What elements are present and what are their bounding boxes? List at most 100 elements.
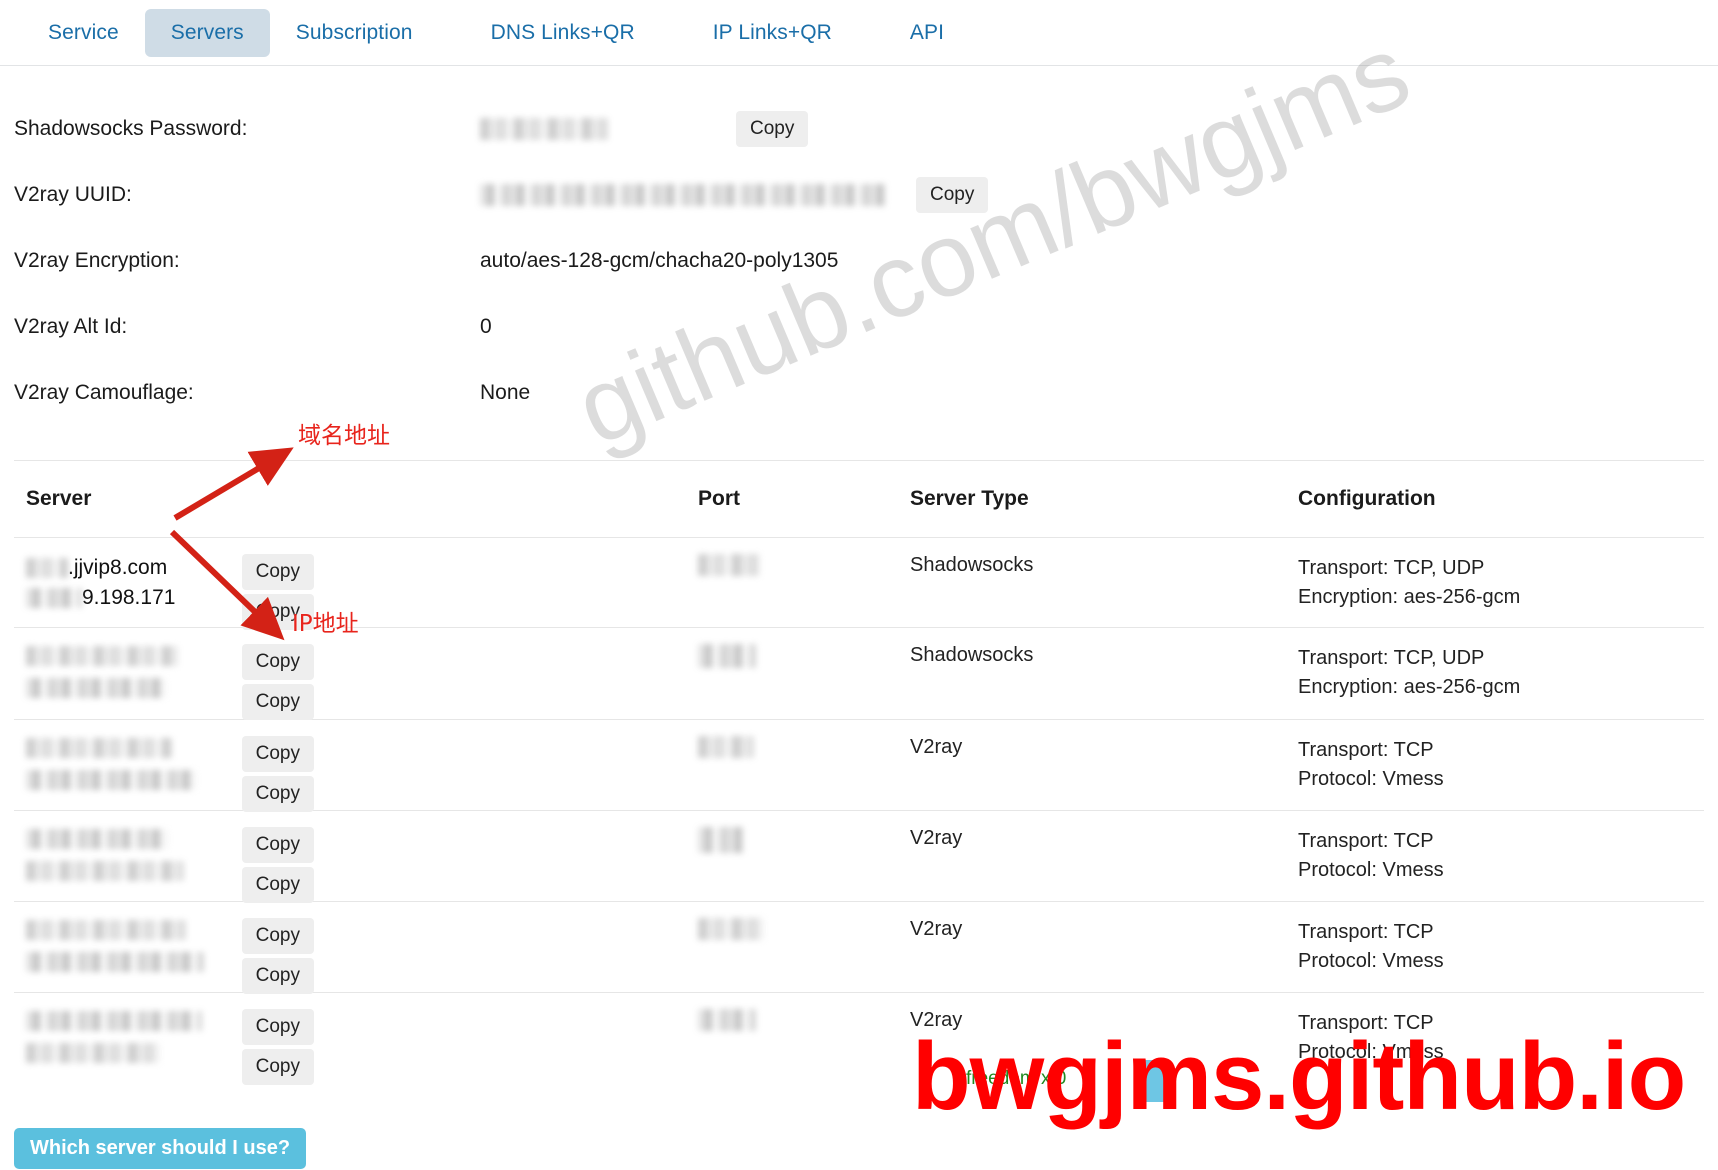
info-row-v2ray-camouflage: V2ray Camouflage: None: [0, 360, 1718, 426]
v2ray-alt-id-label: V2ray Alt Id:: [14, 315, 128, 338]
redacted-port: [698, 644, 756, 668]
server-domain-value: [26, 646, 178, 672]
redacted-ip: [26, 1043, 160, 1063]
table-header-row: Server Port Server Type Configuration: [14, 460, 1704, 537]
table-row: Copy Copy V2ray Transport: TCP Protocol:…: [14, 901, 1704, 994]
redacted-domain: [26, 1011, 202, 1031]
redacted-ip: [26, 952, 204, 972]
freedom-counter-label: freedom x 0: [966, 1068, 1067, 1089]
redacted-domain-prefix: [26, 558, 68, 578]
shadowsocks-password-label: Shadowsocks Password:: [14, 117, 248, 140]
config-transport: Transport: TCP: [1298, 921, 1434, 943]
redacted-port: [698, 736, 754, 758]
redacted-port: [698, 918, 764, 940]
v2ray-uuid-value: Copy: [480, 177, 989, 213]
server-domain-value: .jjvip8.com: [26, 556, 175, 580]
redacted-ip: [26, 770, 196, 790]
server-domain-value: [26, 829, 184, 855]
configuration-cell: Transport: TCP, UDP Encryption: aes-256-…: [1286, 538, 1690, 627]
server-type-cell: V2ray: [910, 736, 963, 758]
info-row-v2ray-alt-id: V2ray Alt Id: 0: [0, 294, 1718, 360]
config-protocol: Protocol: Vmess: [1298, 950, 1444, 972]
server-cell: Copy Copy: [14, 811, 686, 903]
copy-server-ip-button[interactable]: Copy: [241, 1048, 314, 1085]
copy-server-domain-button[interactable]: Copy: [241, 644, 314, 680]
table-row: Copy Copy V2ray Transport: TCP Protocol:…: [14, 719, 1704, 812]
config-protocol: Protocol: Vmess: [1298, 1041, 1444, 1063]
table-row: Copy Copy V2ray Transport: TCP Protocol:…: [14, 810, 1704, 903]
which-server-help-button[interactable]: Which server should I use?: [14, 1128, 307, 1169]
v2ray-camouflage-value: None: [480, 381, 531, 404]
port-cell: [686, 720, 898, 810]
port-cell: [686, 538, 898, 627]
config-protocol: Protocol: Vmess: [1298, 768, 1444, 790]
redacted-ip: [26, 861, 184, 881]
redacted-password: [480, 118, 608, 140]
port-cell: [686, 628, 898, 719]
config-encryption: Encryption: aes-256-gcm: [1298, 586, 1521, 608]
server-domain-value: [26, 920, 204, 946]
copy-v2ray-uuid-button[interactable]: Copy: [916, 177, 989, 213]
tab-service[interactable]: Service: [22, 9, 145, 57]
config-transport: Transport: TCP: [1298, 830, 1434, 852]
tab-subscription[interactable]: Subscription: [270, 9, 439, 57]
server-cell: Copy Copy: [14, 902, 686, 994]
port-cell: [686, 902, 898, 992]
copy-server-domain-button[interactable]: Copy: [241, 918, 314, 954]
redacted-ip-prefix: [26, 588, 82, 608]
column-header-configuration: Configuration: [1298, 487, 1436, 510]
redacted-ip: [26, 678, 166, 698]
copy-shadowsocks-password-button[interactable]: Copy: [736, 111, 809, 147]
tab-api[interactable]: API: [884, 9, 970, 57]
server-cell: Copy Copy: [14, 628, 686, 720]
info-row-v2ray-encryption: V2ray Encryption: auto/aes-128-gcm/chach…: [0, 228, 1718, 294]
redacted-domain: [26, 920, 186, 940]
tab-servers[interactable]: Servers: [144, 8, 270, 57]
copy-server-domain-button[interactable]: Copy: [241, 554, 314, 590]
configuration-cell: Transport: TCP Protocol: Vmess: [1286, 811, 1690, 901]
copy-server-domain-button[interactable]: Copy: [241, 1009, 314, 1045]
table-row: Copy Copy V2ray Transport: TCP Protocol:…: [14, 992, 1704, 1085]
port-cell: [686, 811, 898, 901]
server-type-cell: V2ray: [910, 1009, 963, 1031]
server-type-cell: Shadowsocks: [910, 554, 1034, 576]
configuration-cell: Transport: TCP, UDP Encryption: aes-256-…: [1286, 628, 1690, 719]
config-transport: Transport: TCP, UDP: [1298, 557, 1485, 579]
v2ray-encryption-label: V2ray Encryption:: [14, 249, 180, 272]
configuration-cell: Transport: TCP Protocol: Vmess: [1286, 902, 1690, 992]
copy-server-domain-button[interactable]: Copy: [241, 827, 314, 863]
redacted-port: [698, 1009, 756, 1031]
annotation-ip-address: IP地址: [292, 611, 359, 637]
server-type-cell: V2ray: [910, 827, 963, 849]
redacted-uuid: [480, 184, 886, 206]
server-cell: Copy Copy: [14, 720, 686, 812]
copy-server-ip-button[interactable]: Copy: [241, 683, 314, 720]
server-ip-value: [26, 678, 178, 704]
table-row: Copy Copy Shadowsocks Transport: TCP, UD…: [14, 627, 1704, 720]
selection-highlight-chip: [1139, 1060, 1169, 1102]
config-protocol: Protocol: Vmess: [1298, 859, 1444, 881]
page-root: Service Servers Subscription DNS Links+Q…: [0, 0, 1718, 1170]
server-ip-value: [26, 770, 196, 796]
server-ip-value: [26, 952, 204, 978]
tab-dns-links-qr[interactable]: DNS Links+QR: [465, 9, 661, 57]
server-ip-value: [26, 861, 184, 887]
server-domain-value: [26, 1011, 202, 1037]
copy-server-ip-button[interactable]: Copy: [241, 957, 314, 994]
tab-ip-links-qr[interactable]: IP Links+QR: [687, 9, 858, 57]
redacted-port: [698, 554, 760, 576]
copy-server-ip-button[interactable]: Copy: [241, 866, 314, 903]
column-header-port: Port: [698, 487, 740, 510]
configuration-cell: Transport: TCP Protocol: Vmess: [1286, 720, 1690, 810]
configuration-cell: Transport: TCP Protocol: Vmess: [1286, 993, 1690, 1083]
server-type-cell: Shadowsocks: [910, 644, 1034, 666]
copy-server-domain-button[interactable]: Copy: [241, 736, 314, 772]
column-header-server: Server: [26, 487, 92, 510]
server-cell: Copy Copy: [14, 993, 686, 1085]
server-type-cell: V2ray: [910, 918, 963, 940]
account-info-list: Shadowsocks Password: Copy V2ray UUID: C…: [0, 96, 1718, 426]
server-ip-value: [26, 1043, 202, 1069]
copy-server-ip-button[interactable]: Copy: [241, 775, 314, 812]
server-ip-value: 9.198.171: [26, 586, 175, 610]
config-transport: Transport: TCP, UDP: [1298, 647, 1485, 669]
